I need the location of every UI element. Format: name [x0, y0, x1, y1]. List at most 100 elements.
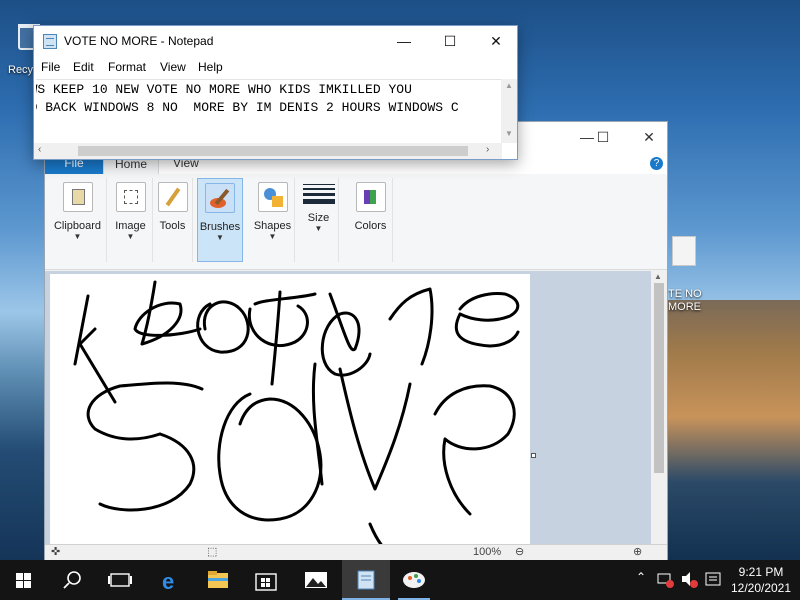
size-icon	[302, 184, 335, 204]
drawing-canvas[interactable]	[50, 274, 530, 546]
shapes-label: Shapes	[253, 220, 292, 232]
pencil-icon	[157, 182, 188, 212]
folder-icon	[208, 571, 228, 588]
photos-button[interactable]	[292, 560, 340, 600]
notepad-vertical-scrollbar[interactable]: ▲ ▼	[501, 79, 517, 143]
volume-muted-icon	[682, 572, 698, 588]
image-label: Image	[115, 220, 146, 232]
action-center-button[interactable]	[702, 560, 724, 600]
clock-time: 9:21 PM	[738, 565, 784, 579]
clipboard-group[interactable]: Clipboard ▼	[49, 178, 107, 262]
desktop-file-icon[interactable]: TE NO MORE	[664, 236, 734, 316]
scroll-thumb[interactable]	[78, 146, 468, 156]
recycle-bin-label: Recy	[8, 64, 34, 76]
size-label: Size	[307, 212, 330, 224]
scroll-left-icon[interactable]: ‹	[38, 144, 41, 155]
paint-taskbar-button[interactable]	[390, 560, 438, 600]
colors-icon	[355, 182, 386, 212]
zoom-in-icon[interactable]: ⊕	[633, 545, 642, 558]
menu-edit[interactable]: Edit	[73, 60, 94, 74]
canvas-resize-handle[interactable]	[531, 453, 536, 458]
brushes-label: Brushes	[199, 221, 241, 233]
chevron-down-icon: ▼	[314, 224, 323, 233]
notepad-taskbar-button[interactable]	[342, 560, 390, 600]
start-icon	[16, 573, 31, 588]
brushes-group[interactable]: Brushes ▼	[197, 178, 243, 262]
clock-date: 12/20/2021	[730, 581, 792, 595]
search-button[interactable]	[48, 560, 96, 600]
image-group[interactable]: Image ▼	[109, 178, 153, 262]
notepad-titlebar[interactable]: VOTE NO MORE - Notepad — ☐ ✕	[34, 26, 517, 57]
menu-help[interactable]: Help	[198, 60, 223, 74]
colors-label: Colors	[354, 220, 387, 232]
notepad-horizontal-scrollbar[interactable]: ‹ ›	[34, 143, 502, 159]
tools-label: Tools	[159, 220, 186, 232]
file-label-line1: TE NO	[668, 288, 702, 300]
cursor-position-icon: ✜	[51, 546, 61, 558]
shapes-icon	[257, 182, 288, 212]
scroll-right-icon[interactable]: ›	[486, 144, 489, 155]
menu-view[interactable]: View	[160, 60, 186, 74]
chevron-down-icon: ▼	[73, 232, 82, 241]
scroll-up-icon[interactable]: ▲	[505, 81, 513, 90]
edge-button[interactable]: e	[146, 560, 194, 600]
zoom-out-icon[interactable]: ⊖	[515, 545, 524, 558]
notepad-window: VOTE NO MORE - Notepad — ☐ ✕ File Edit F…	[33, 25, 518, 160]
freehand-drawing	[73, 280, 520, 546]
paint-icon	[403, 572, 425, 588]
paint-vertical-scrollbar[interactable]: ▲	[651, 271, 667, 546]
show-hidden-icons-button[interactable]: ⌃	[632, 560, 652, 600]
chevron-down-icon: ▼	[268, 232, 277, 241]
menu-file[interactable]: File	[41, 60, 60, 74]
clock[interactable]: 9:21 PM 12/20/2021	[730, 564, 792, 596]
task-view-button[interactable]	[96, 560, 144, 600]
close-icon[interactable]: ✕	[639, 128, 659, 146]
brush-icon	[205, 183, 235, 213]
minimize-button[interactable]: —	[381, 26, 427, 57]
maximize-button[interactable]: ☐	[427, 26, 473, 57]
chevron-down-icon: ▼	[216, 233, 224, 242]
close-button[interactable]: ✕	[473, 26, 519, 57]
edge-icon: e	[162, 569, 174, 594]
notification-icon	[705, 572, 721, 586]
notepad-icon	[43, 34, 57, 49]
scroll-down-icon[interactable]: ▼	[505, 129, 513, 138]
start-button[interactable]	[0, 560, 48, 600]
editor-line-1: DOWS KEEP 10 NEW VOTE NO MORE WHO KIDS I…	[36, 82, 412, 97]
store-button[interactable]	[242, 560, 290, 600]
task-view-icon	[108, 573, 132, 587]
paint-statusbar: ✜ ⬚ 100% ⊖ ⊕	[45, 544, 667, 560]
chevron-up-icon: ⌃	[636, 570, 647, 584]
zoom-level: 100%	[473, 546, 502, 558]
desktop-wallpaper-shore	[664, 300, 800, 560]
paint-window: — ☐ ✕ File Home View ⌃ ? Clipboard ▼ Ima…	[44, 121, 668, 561]
clipboard-icon	[62, 182, 93, 212]
size-group[interactable]: Size ▼	[299, 178, 339, 262]
selection-size-icon: ⬚	[207, 546, 218, 558]
help-icon[interactable]: ?	[650, 157, 663, 170]
shapes-group[interactable]: Shapes ▼	[251, 178, 295, 262]
chevron-down-icon: ▼	[126, 232, 135, 241]
clipboard-label: Clipboard	[53, 220, 102, 232]
tools-group[interactable]: Tools	[153, 178, 193, 262]
editor-line-2: BED BACK WINDOWS 8 NO MORE BY IM DENIS 2…	[36, 100, 459, 115]
menu-bar: File Edit Format View Help	[34, 57, 517, 77]
colors-group[interactable]: Colors	[349, 178, 393, 262]
network-button[interactable]	[654, 560, 676, 600]
menu-format[interactable]: Format	[108, 60, 146, 74]
text-editor[interactable]: DOWS KEEP 10 NEW VOTE NO MORE WHO KIDS I…	[36, 79, 502, 141]
svg-text:e: e	[162, 569, 174, 594]
canvas-area	[45, 271, 653, 546]
scroll-up-icon[interactable]: ▲	[654, 272, 662, 281]
volume-button[interactable]	[678, 560, 700, 600]
maximize-icon[interactable]: ☐	[593, 128, 613, 146]
network-icon	[657, 573, 674, 588]
scroll-thumb[interactable]	[654, 283, 664, 473]
file-explorer-button[interactable]	[194, 560, 242, 600]
text-file-icon	[672, 236, 696, 266]
search-icon	[63, 571, 81, 589]
store-icon	[255, 573, 277, 591]
taskbar: e ⌃ 9:21 PM 12/20/2021	[0, 560, 800, 600]
window-title: VOTE NO MORE - Notepad	[64, 34, 214, 48]
select-icon	[115, 182, 146, 212]
